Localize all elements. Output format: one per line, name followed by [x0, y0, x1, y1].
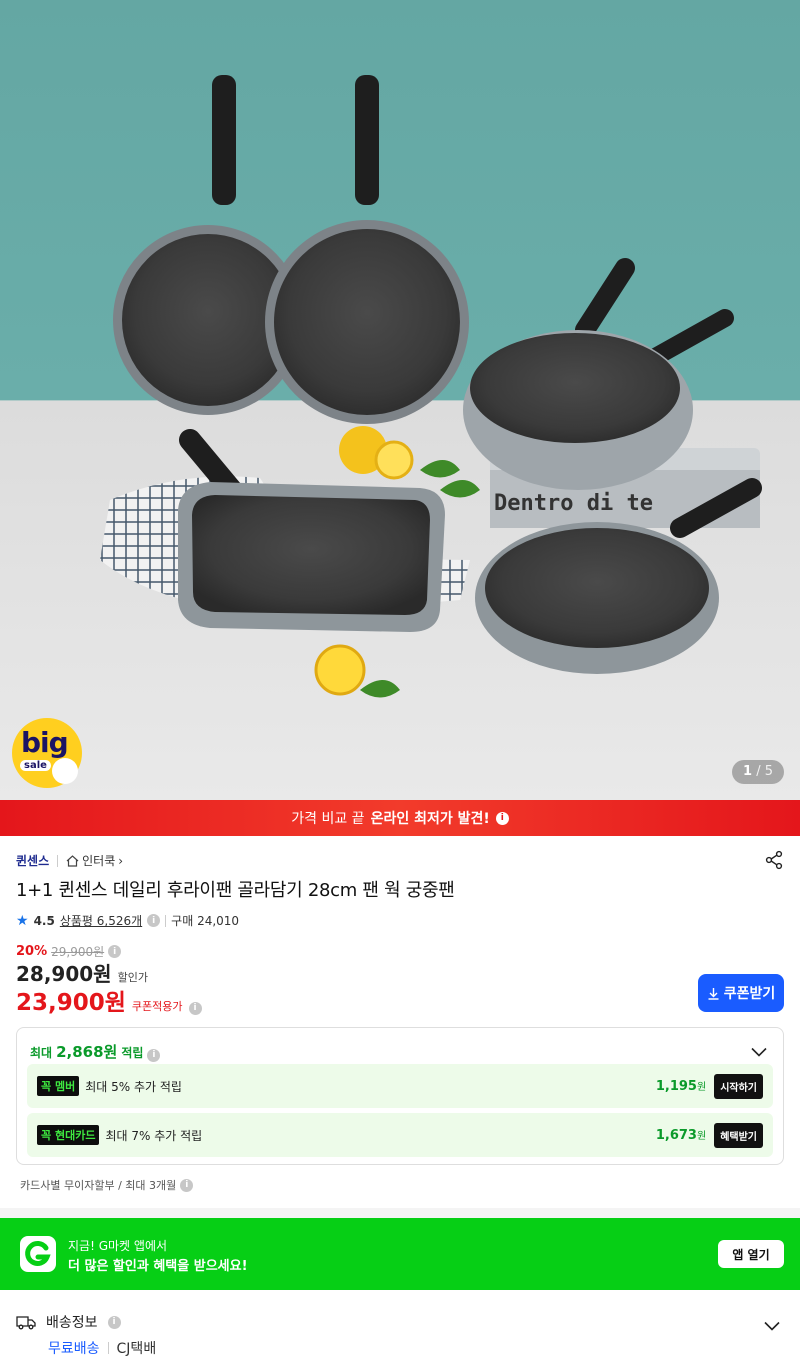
badge-sale-text: sale	[20, 760, 51, 771]
info-icon[interactable]: i	[495, 811, 509, 825]
open-app-button[interactable]: 앱 열기	[718, 1240, 784, 1268]
app-promo-line2: 더 많은 할인과 혜택을 받으세요!	[68, 1259, 248, 1274]
expand-shipping-button[interactable]	[764, 1316, 780, 1335]
benefit-tag: 꼭 멤버	[37, 1076, 80, 1096]
points-amount: 2,868원	[56, 1043, 118, 1061]
book-text: Dentro di te	[494, 491, 653, 516]
info-icon[interactable]: i	[147, 1048, 161, 1062]
benefit-member[interactable]: 꼭 멤버 최대 5% 추가 적립 1,195원 시작하기	[27, 1064, 773, 1108]
points-suffix: 적립	[121, 1046, 144, 1060]
points-summary: 최대 2,868원 적립 i	[30, 1041, 161, 1062]
share-icon	[765, 850, 783, 870]
coupon-price: 23,900원	[16, 990, 126, 1016]
counter-separator: /	[756, 764, 761, 779]
coupon-price-row: 23,900원 쿠폰적용가 i	[16, 983, 202, 1017]
benefit-tag: 꼭 현대카드	[37, 1125, 100, 1145]
rating-score: 4.5	[33, 913, 55, 928]
banner-highlight: 온라인 최저가 발견!	[370, 811, 490, 827]
divider	[165, 914, 167, 927]
chevron-right-icon: ›	[118, 853, 124, 868]
get-coupon-label: 쿠폰받기	[723, 986, 776, 1002]
product-title: 1+1 퀸센스 데일리 후라이팬 골라담기 28cm 팬 웍 궁중팬	[16, 880, 455, 901]
purchase-count: 구매 24,010	[171, 914, 240, 928]
reviews-link[interactable]: 상품평 6,526개	[60, 912, 142, 929]
badge-big-text: big	[21, 726, 69, 759]
truck-icon	[16, 1316, 36, 1330]
coupon-price-label: 쿠폰적용가	[131, 1000, 183, 1013]
bunny-icon	[52, 758, 78, 784]
info-icon[interactable]: i	[108, 945, 122, 958]
get-coupon-button[interactable]: 쿠폰받기	[698, 974, 784, 1012]
download-icon	[708, 987, 719, 1000]
banner-prefix: 가격 비교 끝	[291, 811, 365, 827]
info-icon[interactable]: i	[180, 1178, 194, 1192]
installment-text: 카드사별 무이자할부 / 최대 3개월	[20, 1179, 177, 1192]
chevron-down-icon	[764, 1321, 780, 1331]
expand-points-button[interactable]	[751, 1042, 767, 1061]
points-box: 최대 2,868원 적립 i 꼭 멤버 최대 5% 추가 적립 1,195원 시…	[16, 1027, 784, 1165]
points-prefix: 최대	[30, 1046, 53, 1060]
benefit-points: 1,673원	[655, 1128, 707, 1143]
home-icon	[66, 854, 79, 867]
discount-percent: 20%	[16, 944, 48, 959]
rating-row: ★ 4.5 상품평 6,526개 i 구매 24,010	[16, 912, 239, 929]
lowest-price-banner[interactable]: 가격 비교 끝 온라인 최저가 발견! i	[0, 800, 800, 836]
installment-info: 카드사별 무이자할부 / 최대 3개월 i	[20, 1177, 194, 1193]
brand-row: 퀸센스 인터쿡 ›	[16, 852, 123, 869]
app-promo-line1: 지금! G마켓 앱에서	[68, 1239, 168, 1253]
shipping-details: 무료배송 CJ택배	[48, 1338, 156, 1358]
brand-link[interactable]: 퀸센스	[16, 852, 49, 869]
benefit-points: 1,195원	[655, 1079, 707, 1094]
benefit-description: 최대 7% 추가 적립	[105, 1128, 203, 1143]
section-divider	[0, 1208, 800, 1218]
store-name: 인터쿡	[82, 854, 116, 868]
store-link[interactable]: 인터쿡 ›	[66, 852, 123, 869]
divider	[57, 854, 59, 867]
counter-current: 1	[743, 764, 753, 779]
counter-total: 5	[764, 764, 773, 779]
start-member-button[interactable]: 시작하기	[714, 1073, 763, 1099]
chevron-down-icon	[751, 1047, 767, 1057]
star-icon: ★	[16, 912, 29, 929]
benefit-hyundai-card[interactable]: 꼭 현대카드 최대 7% 추가 적립 1,673원 혜택받기	[27, 1113, 773, 1157]
shipping-header[interactable]: 배송정보 i	[16, 1312, 121, 1332]
free-shipping-label: 무료배송	[48, 1341, 100, 1357]
info-icon[interactable]: i	[147, 914, 161, 927]
product-image[interactable]: Dentro di te big sale 1 / 5	[0, 0, 800, 800]
divider	[107, 1342, 109, 1354]
product-photo: Dentro di te	[100, 75, 762, 698]
big-sale-badge: big sale	[12, 718, 82, 788]
share-button[interactable]	[764, 850, 784, 874]
info-icon[interactable]: i	[188, 1001, 202, 1015]
info-icon[interactable]: i	[107, 1315, 121, 1329]
gmarket-logo-icon	[20, 1236, 56, 1272]
benefit-description: 최대 5% 추가 적립	[85, 1079, 182, 1094]
app-promo-banner: 지금! G마켓 앱에서 더 많은 할인과 혜택을 받으세요! 앱 열기	[0, 1218, 800, 1290]
carrier-name: CJ택배	[116, 1341, 157, 1357]
shipping-title: 배송정보	[46, 1315, 98, 1331]
get-benefit-button[interactable]: 혜택받기	[714, 1122, 763, 1148]
image-counter: 1 / 5	[732, 760, 784, 784]
